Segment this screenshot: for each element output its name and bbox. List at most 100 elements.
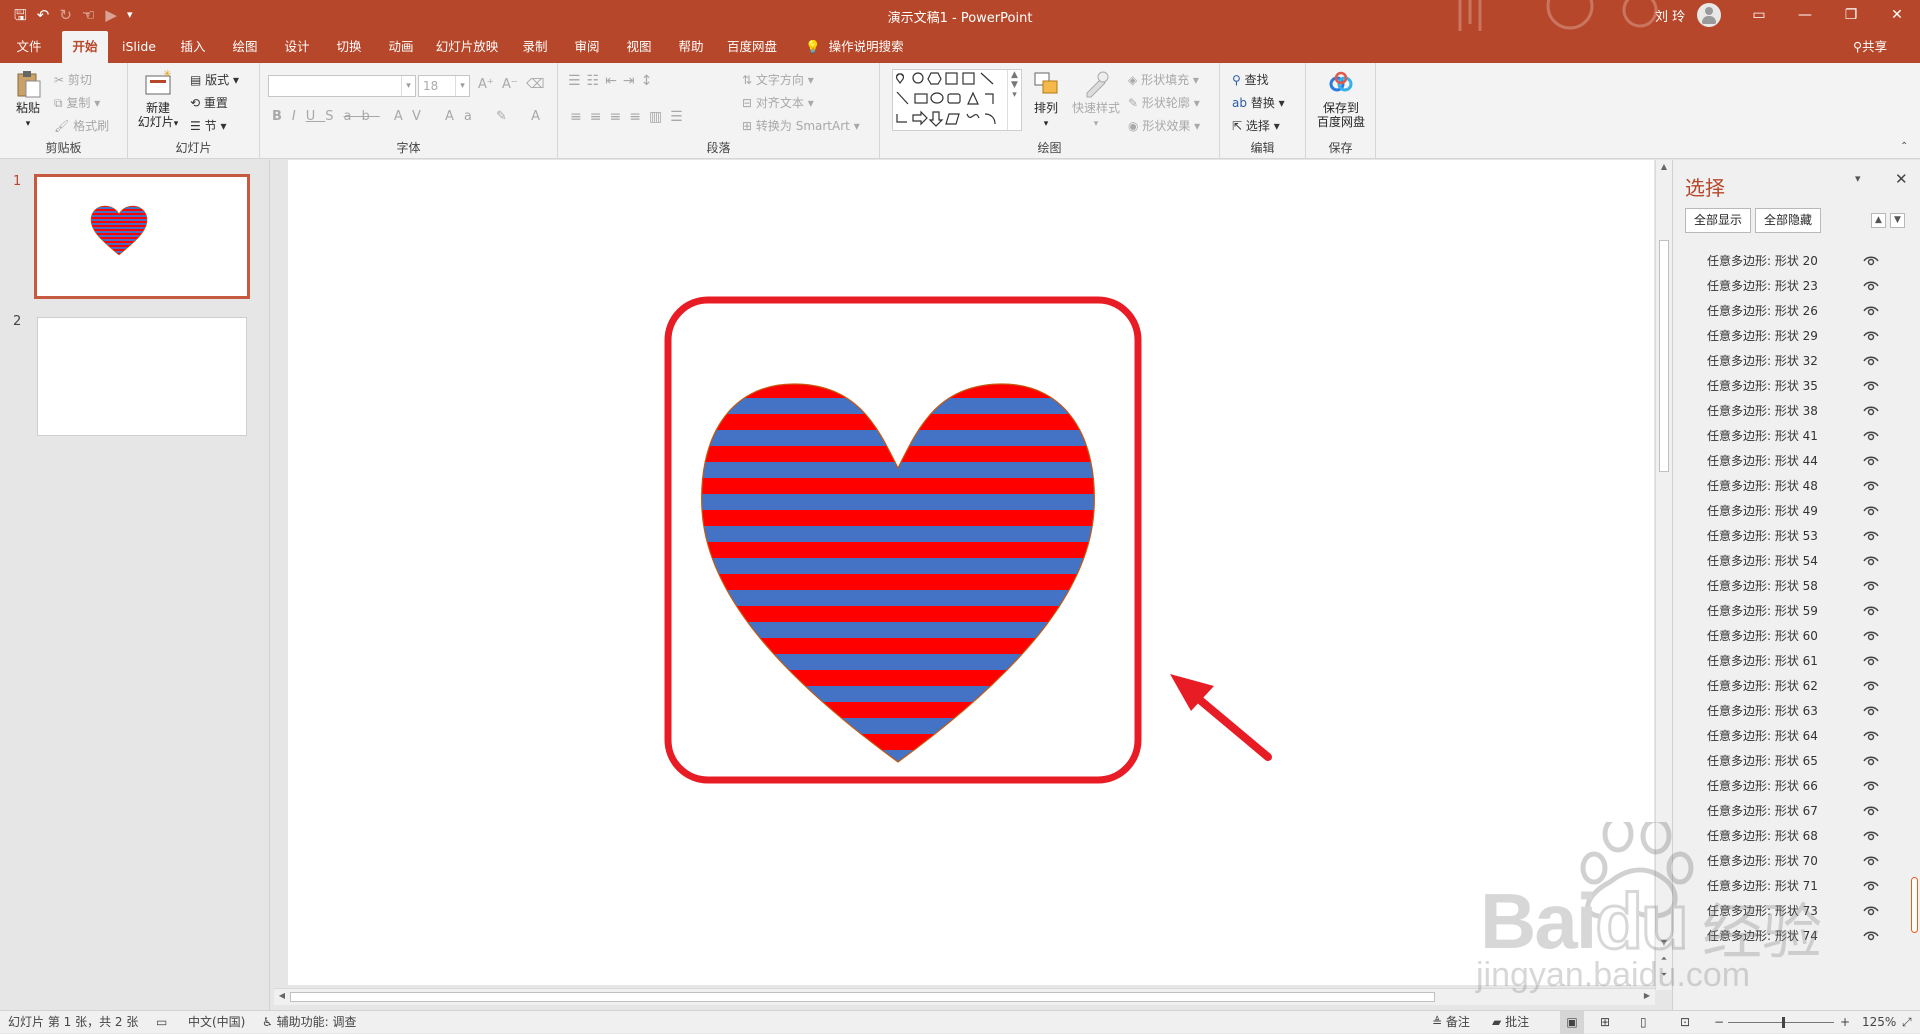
list-item[interactable]: 任意多边形: 形状 32: [1707, 349, 1907, 374]
underline-icon[interactable]: U: [306, 109, 326, 124]
eye-icon[interactable]: [1863, 905, 1879, 917]
list-item[interactable]: 任意多边形: 形状 60: [1707, 624, 1907, 649]
list-item[interactable]: 任意多边形: 形状 58: [1707, 574, 1907, 599]
eye-icon[interactable]: [1863, 330, 1879, 342]
paste-button[interactable]: 粘贴 ▾: [10, 69, 46, 131]
list-item[interactable]: 任意多边形: 形状 35: [1707, 374, 1907, 399]
eye-icon[interactable]: [1863, 730, 1879, 742]
align-center-icon[interactable]: ≡: [590, 109, 610, 125]
columns-more-icon[interactable]: ☰: [670, 109, 691, 125]
eye-icon[interactable]: [1863, 805, 1879, 817]
list-item[interactable]: 任意多边形: 形状 41: [1707, 424, 1907, 449]
align-left-icon[interactable]: ≡: [570, 109, 590, 125]
clear-format-icon[interactable]: ⌫: [526, 77, 544, 92]
qat-more-icon[interactable]: ▾: [127, 5, 133, 25]
list-item[interactable]: 任意多边形: 形状 29: [1707, 324, 1907, 349]
zoom-level[interactable]: 125%: [1862, 1011, 1896, 1034]
slide-canvas[interactable]: [288, 160, 1654, 985]
list-item[interactable]: 任意多边形: 形状 26: [1707, 299, 1907, 324]
font-name-combo[interactable]: ▾: [268, 75, 416, 97]
accessibility-indicator[interactable]: ♿ 辅助功能: 调查: [262, 1011, 356, 1034]
hide-all-button[interactable]: 全部隐藏: [1755, 208, 1822, 233]
eye-icon[interactable]: [1863, 305, 1879, 317]
columns-icon[interactable]: ▥: [649, 109, 670, 125]
show-all-button[interactable]: 全部显示: [1685, 208, 1752, 233]
eye-icon[interactable]: [1863, 355, 1879, 367]
eye-icon[interactable]: [1863, 580, 1879, 592]
slideshow-icon[interactable]: ⊡: [1680, 1011, 1690, 1034]
scroll-left-icon[interactable]: ◀: [276, 991, 288, 1003]
text-direction-button[interactable]: ⇅ 文字方向 ▾: [742, 71, 814, 88]
normal-view-icon[interactable]: ▣: [1560, 1011, 1584, 1034]
spellcheck-icon[interactable]: ▭: [156, 1011, 167, 1034]
eye-icon[interactable]: [1863, 630, 1879, 642]
list-item[interactable]: 任意多边形: 形状 67: [1707, 799, 1907, 824]
prev-slide-icon[interactable]: ⏶: [1658, 954, 1670, 966]
tab-insert[interactable]: 插入: [174, 31, 212, 63]
save-to-baidu-button[interactable]: 保存到 百度网盘: [1312, 69, 1370, 129]
h-scroll-thumb[interactable]: [290, 992, 1435, 1002]
numbering-icon[interactable]: ☷: [587, 73, 606, 89]
list-item[interactable]: 任意多边形: 形状 54: [1707, 549, 1907, 574]
tab-file[interactable]: 文件: [10, 31, 48, 63]
tab-transitions[interactable]: 切换: [330, 31, 368, 63]
scroll-up-icon[interactable]: ▲: [1658, 162, 1670, 174]
slide-thumbnail-2[interactable]: [37, 317, 247, 436]
change-case-icon[interactable]: Aa: [445, 109, 482, 124]
list-item[interactable]: 任意多边形: 形状 65: [1707, 749, 1907, 774]
list-item[interactable]: 任意多边形: 形状 68: [1707, 824, 1907, 849]
scroll-right-icon[interactable]: ▶: [1641, 991, 1653, 1003]
bullets-icon[interactable]: ☰: [568, 73, 587, 89]
eye-icon[interactable]: [1863, 555, 1879, 567]
list-item[interactable]: 任意多边形: 形状 59: [1707, 599, 1907, 624]
layout-button[interactable]: ▤ 版式 ▾: [190, 71, 239, 88]
eye-icon[interactable]: [1863, 280, 1879, 292]
eye-icon[interactable]: [1863, 530, 1879, 542]
justify-icon[interactable]: ≡: [629, 109, 649, 125]
eye-icon[interactable]: [1863, 380, 1879, 392]
language-indicator[interactable]: 中文(中国): [188, 1011, 245, 1034]
bring-forward-icon[interactable]: ▲: [1871, 213, 1886, 228]
decrease-indent-icon[interactable]: ⇤: [605, 73, 623, 89]
shape-gallery[interactable]: ▲ ▼ ▾: [892, 69, 1022, 131]
scroll-down-icon[interactable]: ▼: [1658, 938, 1670, 950]
copy-button[interactable]: ⧉ 复制 ▾: [54, 94, 100, 111]
slide-sorter-icon[interactable]: ⊞: [1600, 1011, 1610, 1034]
tab-islide[interactable]: iSlide: [118, 31, 160, 63]
gallery-more-icon[interactable]: ▲ ▼ ▾: [1007, 70, 1021, 130]
tell-me-search[interactable]: 💡 操作说明搜索: [805, 31, 904, 63]
reading-view-icon[interactable]: ▯: [1640, 1011, 1647, 1034]
replace-button[interactable]: ab 替换 ▾: [1232, 94, 1285, 111]
arrange-button[interactable]: 排列 ▾: [1028, 69, 1064, 131]
eye-icon[interactable]: [1863, 880, 1879, 892]
list-item[interactable]: 任意多边形: 形状 71: [1707, 874, 1907, 899]
tab-review[interactable]: 审阅: [568, 31, 606, 63]
eye-icon[interactable]: [1863, 855, 1879, 867]
eye-icon[interactable]: [1863, 605, 1879, 617]
send-backward-icon[interactable]: ▼: [1890, 213, 1905, 228]
list-item[interactable]: 任意多边形: 形状 44: [1707, 449, 1907, 474]
list-item[interactable]: 任意多边形: 形状 20: [1707, 249, 1907, 274]
font-color-icon[interactable]: A: [531, 109, 550, 124]
comments-button[interactable]: ▰ 批注: [1492, 1011, 1529, 1034]
list-item[interactable]: 任意多边形: 形状 61: [1707, 649, 1907, 674]
avatar[interactable]: [1697, 3, 1721, 27]
shape-effects-button[interactable]: ◉ 形状效果 ▾: [1128, 117, 1200, 134]
eye-icon[interactable]: [1863, 755, 1879, 767]
tab-design[interactable]: 设计: [278, 31, 316, 63]
zoom-in-button[interactable]: +: [1840, 1011, 1850, 1034]
eye-icon[interactable]: [1863, 430, 1879, 442]
list-item[interactable]: 任意多边形: 形状 49: [1707, 499, 1907, 524]
zoom-slider[interactable]: [1728, 1011, 1834, 1034]
format-painter-button[interactable]: 🖌 格式刷: [54, 117, 109, 134]
eye-icon[interactable]: [1863, 455, 1879, 467]
cut-button[interactable]: ✂ 剪切: [54, 71, 92, 88]
increase-indent-icon[interactable]: ⇥: [623, 73, 641, 89]
eye-icon[interactable]: [1863, 480, 1879, 492]
horizontal-scrollbar[interactable]: ◀ ▶: [274, 988, 1655, 1005]
list-item[interactable]: 任意多边形: 形状 63: [1707, 699, 1907, 724]
tab-help[interactable]: 帮助: [672, 31, 710, 63]
eye-icon[interactable]: [1863, 255, 1879, 267]
next-slide-icon[interactable]: ⏷: [1658, 970, 1670, 982]
select-button[interactable]: ⇱ 选择 ▾: [1232, 117, 1280, 134]
